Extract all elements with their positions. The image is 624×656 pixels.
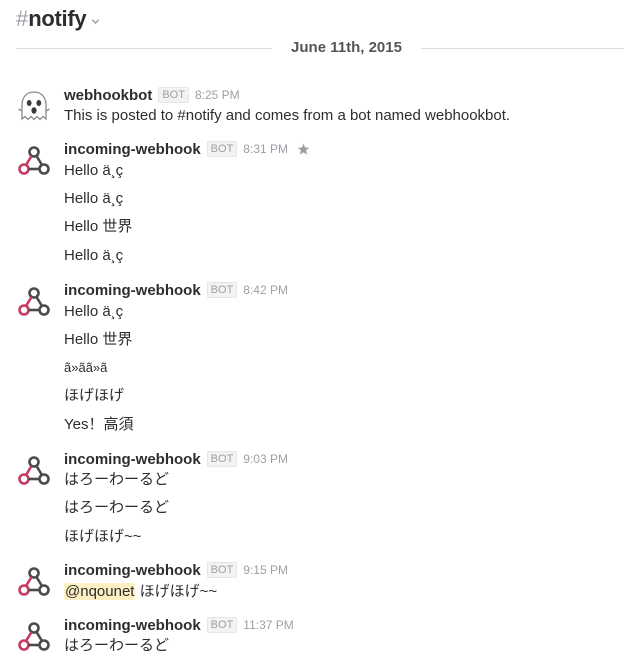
channel-name: notify	[28, 6, 87, 31]
timestamp[interactable]: 8:25 PM	[195, 88, 240, 102]
timestamp[interactable]: 11:37 PM	[243, 618, 293, 632]
sender-name[interactable]: incoming-webhook	[64, 451, 201, 468]
bot-badge: BOT	[158, 87, 189, 103]
bot-badge: BOT	[206, 282, 238, 298]
message-text-rest: ほげほげ~~	[135, 583, 218, 600]
message-text: Hello ä¸ç	[64, 303, 124, 320]
message-text: はろーわーるど	[64, 637, 170, 654]
message-text: Hello ä¸ç	[64, 247, 124, 264]
day-divider: June 11th, 2015	[16, 38, 624, 60]
sender-name[interactable]: incoming-webhook	[64, 562, 201, 579]
message-text: ほげほげ	[64, 387, 125, 404]
star-icon[interactable]	[297, 143, 310, 156]
sender-name[interactable]: incoming-webhook	[64, 282, 201, 299]
message-group: incoming-webhook BOT 9:03 PM はろーわーるど はろー…	[16, 449, 616, 549]
webhook-icon[interactable]	[16, 619, 52, 655]
message-header: incoming-webhook BOT 11:37 PM	[64, 615, 294, 635]
channel-header[interactable]: # notify	[16, 4, 100, 34]
webhook-icon[interactable]	[16, 143, 52, 179]
timestamp[interactable]: 8:42 PM	[243, 283, 288, 297]
message-text: ほげほげ~~	[64, 528, 142, 545]
channel-hash: #	[16, 6, 29, 31]
message-header: incoming-webhook BOT 9:03 PM	[64, 449, 288, 469]
message-text: はろーわーるど	[64, 471, 170, 488]
ghost-icon[interactable]	[16, 89, 52, 125]
message-header: incoming-webhook BOT 8:42 PM	[64, 280, 288, 300]
message-text: Hello 世界	[64, 331, 133, 348]
message-text: Hello ä¸ç	[64, 190, 124, 207]
message-header: incoming-webhook BOT 8:31 PM	[64, 139, 310, 159]
message-text: @nqounet ほげほげ~~	[64, 582, 217, 602]
message-text: This is posted to #notify and comes from…	[64, 107, 511, 124]
timestamp[interactable]: 9:15 PM	[243, 563, 288, 577]
user-mention[interactable]: @nqounet	[64, 583, 136, 600]
message-group: incoming-webhook BOT 8:42 PM Hello ä¸ç H…	[16, 280, 616, 440]
message-group: incoming-webhook BOT 8:31 PM Hello ä¸ç H…	[16, 139, 616, 269]
message-header: incoming-webhook BOT 9:15 PM	[64, 560, 288, 580]
webhook-icon[interactable]	[16, 284, 52, 320]
webhook-icon[interactable]	[16, 564, 52, 600]
bot-badge: BOT	[206, 617, 238, 633]
message-group: incoming-webhook BOT 9:15 PM @nqounet ほげ…	[16, 560, 616, 604]
chevron-down-icon[interactable]	[91, 17, 100, 26]
message-text: Hello ä¸ç	[64, 162, 124, 179]
timestamp[interactable]: 8:31 PM	[243, 142, 288, 156]
message-group: webhookbot BOT 8:25 PM This is posted to…	[16, 85, 616, 127]
message-text: Hello 世界	[64, 218, 133, 235]
bot-badge: BOT	[206, 451, 238, 467]
message-group: incoming-webhook BOT 11:37 PM はろーわーるど	[16, 615, 616, 655]
message-header: webhookbot BOT 8:25 PM	[64, 85, 240, 105]
message-text: Yes！高須	[64, 416, 134, 433]
message-text: ã»ãã»ã	[64, 360, 108, 375]
sender-name[interactable]: incoming-webhook	[64, 141, 201, 158]
message-text: はろーわーるど	[64, 499, 170, 516]
day-divider-label: June 11th, 2015	[291, 39, 402, 56]
timestamp[interactable]: 9:03 PM	[243, 452, 288, 466]
divider-rule-right	[421, 48, 624, 49]
divider-rule-left	[16, 48, 272, 49]
sender-name[interactable]: incoming-webhook	[64, 617, 201, 634]
bot-badge: BOT	[206, 141, 238, 157]
sender-name[interactable]: webhookbot	[64, 87, 152, 104]
bot-badge: BOT	[206, 562, 238, 578]
webhook-icon[interactable]	[16, 453, 52, 489]
